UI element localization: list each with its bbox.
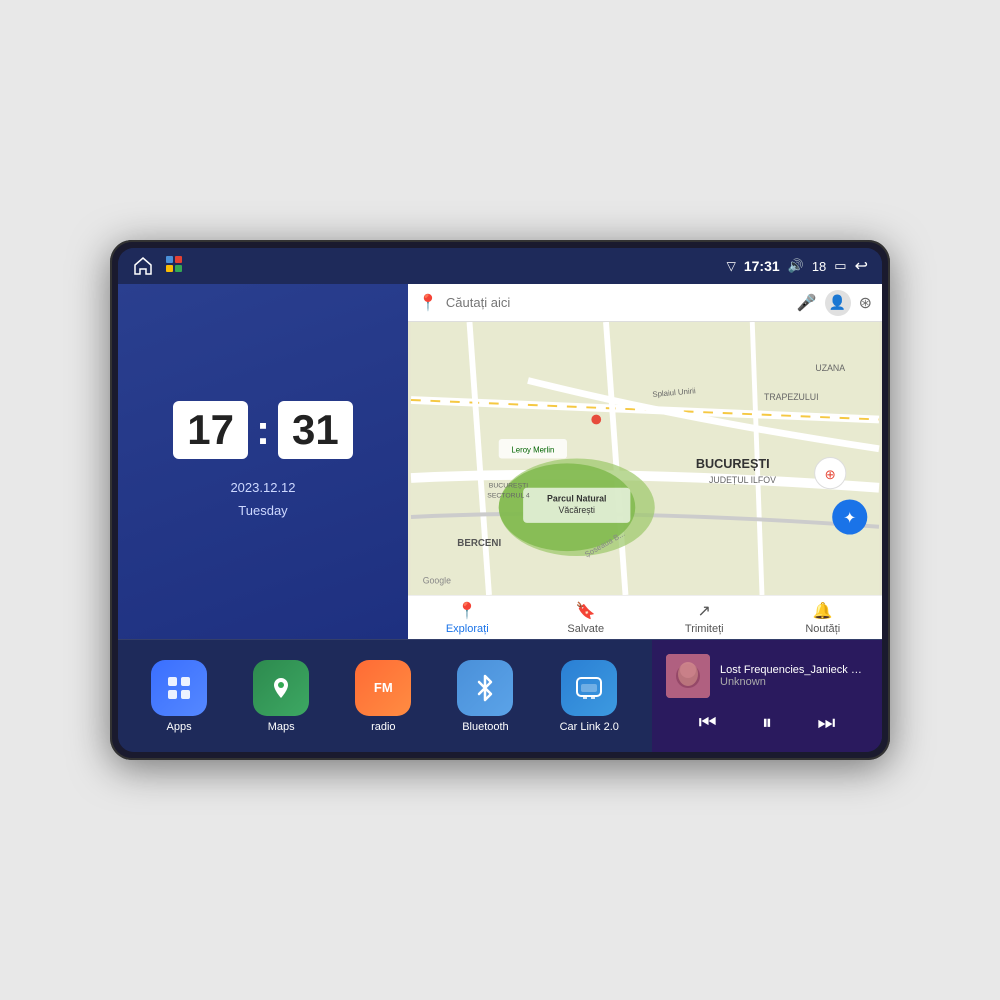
- bluetooth-icon: [457, 660, 513, 716]
- app-item-bluetooth[interactable]: Bluetooth: [457, 660, 513, 733]
- clock-display: 17 : 31: [173, 401, 352, 459]
- status-right: ▽ 17:31 🔊 18 ▭ ↩: [727, 256, 868, 276]
- music-title: Lost Frequencies_Janieck Devy-...: [720, 664, 868, 676]
- home-button[interactable]: [132, 255, 154, 277]
- app-item-apps[interactable]: Apps: [151, 660, 207, 733]
- map-search-bar: 📍 🎤 👤 ⊛: [408, 284, 882, 322]
- map-area[interactable]: Parcul Natural Văcărești Leroy Merlin BU…: [408, 322, 882, 595]
- svg-text:UZANA: UZANA: [815, 363, 845, 373]
- signal-icon: ▽: [727, 259, 736, 273]
- clock-panel: 17 : 31 2023.12.12 Tuesday: [118, 284, 408, 639]
- salvate-label: Salvate: [567, 623, 604, 635]
- date-display: 2023.12.12: [230, 477, 295, 499]
- battery-icon: ▭: [834, 258, 846, 274]
- noutati-label: Noutăți: [805, 623, 840, 635]
- svg-text:Parcul Natural: Parcul Natural: [547, 493, 606, 503]
- svg-text:✦: ✦: [843, 510, 856, 527]
- music-controls: ⏮ ⏸ ⏭: [666, 708, 868, 739]
- salvate-icon: 🔖: [576, 601, 596, 621]
- svg-text:BERCENI: BERCENI: [457, 538, 501, 549]
- music-thumbnail: [666, 654, 710, 698]
- status-bar: ▽ 17:31 🔊 18 ▭ ↩: [118, 248, 882, 284]
- clock-minute: 31: [278, 401, 353, 459]
- clock-hour: 17: [173, 401, 248, 459]
- maps-icon: [253, 660, 309, 716]
- bottom-row: Apps Maps: [118, 640, 882, 752]
- svg-text:BUCUREȘTI: BUCUREȘTI: [489, 483, 528, 490]
- svg-text:Google: Google: [423, 575, 451, 585]
- map-tab-explorati[interactable]: 📍 Explorați: [408, 601, 527, 635]
- car-head-unit: ▽ 17:31 🔊 18 ▭ ↩ 17 : 31: [110, 240, 890, 760]
- apps-label: Apps: [167, 721, 192, 733]
- radio-label: radio: [371, 721, 395, 733]
- battery-level: 18: [812, 259, 826, 274]
- maps-label: Maps: [268, 721, 295, 733]
- top-panels: 17 : 31 2023.12.12 Tuesday 📍 🎤: [118, 284, 882, 639]
- music-text: Lost Frequencies_Janieck Devy-... Unknow…: [720, 664, 868, 688]
- map-bottom-bar: 📍 Explorați 🔖 Salvate ↗ Trimiteți 🔔: [408, 595, 882, 639]
- music-info-row: Lost Frequencies_Janieck Devy-... Unknow…: [666, 654, 868, 698]
- svg-text:TRAPEZULUI: TRAPEZULUI: [764, 392, 819, 402]
- next-button[interactable]: ⏭: [809, 708, 843, 739]
- layers-icon[interactable]: ⊛: [859, 293, 872, 313]
- account-icon[interactable]: 👤: [825, 290, 851, 316]
- svg-text:⊕: ⊕: [825, 467, 836, 482]
- explorati-icon: 📍: [457, 601, 477, 621]
- radio-icon: FM: [355, 660, 411, 716]
- explorati-label: Explorați: [446, 623, 489, 635]
- carlink-label: Car Link 2.0: [560, 721, 619, 733]
- day-display: Tuesday: [230, 500, 295, 522]
- noutati-icon: 🔔: [813, 601, 833, 621]
- app-item-radio[interactable]: FM radio: [355, 660, 411, 733]
- map-tab-salvate[interactable]: 🔖 Salvate: [527, 601, 646, 635]
- mic-icon[interactable]: 🎤: [797, 293, 817, 313]
- time-display: 17:31: [744, 258, 780, 274]
- clock-date: 2023.12.12 Tuesday: [230, 477, 295, 521]
- back-button[interactable]: ↩: [855, 256, 868, 276]
- svg-text:SECTORUL 4: SECTORUL 4: [487, 493, 530, 500]
- music-panel: Lost Frequencies_Janieck Devy-... Unknow…: [652, 640, 882, 752]
- svg-text:BUCUREȘTI: BUCUREȘTI: [696, 457, 770, 471]
- apps-icon: [151, 660, 207, 716]
- map-tab-trimiteti[interactable]: ↗ Trimiteți: [645, 601, 764, 635]
- music-artist: Unknown: [720, 676, 868, 688]
- trimiteti-icon: ↗: [698, 601, 711, 621]
- map-tab-noutati[interactable]: 🔔 Noutăți: [764, 601, 883, 635]
- svg-text:Leroy Merlin: Leroy Merlin: [511, 446, 554, 455]
- svg-text:JUDEȚUL ILFOV: JUDEȚUL ILFOV: [709, 475, 776, 485]
- bluetooth-label: Bluetooth: [462, 721, 508, 733]
- prev-button[interactable]: ⏮: [691, 708, 725, 739]
- play-pause-button[interactable]: ⏸: [754, 708, 780, 739]
- device-screen: ▽ 17:31 🔊 18 ▭ ↩ 17 : 31: [118, 248, 882, 752]
- clock-colon: :: [256, 409, 270, 451]
- map-search-input[interactable]: [446, 295, 789, 310]
- trimiteti-label: Trimiteți: [685, 623, 724, 635]
- svg-text:Văcărești: Văcărești: [558, 505, 595, 515]
- app-item-maps[interactable]: Maps: [253, 660, 309, 733]
- app-item-carlink[interactable]: Car Link 2.0: [560, 660, 619, 733]
- volume-icon: 🔊: [788, 258, 804, 274]
- map-panel[interactable]: 📍 🎤 👤 ⊛: [408, 284, 882, 639]
- maps-logo-icon: 📍: [418, 293, 438, 313]
- carlink-icon: [561, 660, 617, 716]
- apps-row: Apps Maps: [118, 640, 652, 752]
- status-left: [132, 254, 184, 279]
- maps-shortcut-icon[interactable]: [164, 254, 184, 279]
- main-content: 17 : 31 2023.12.12 Tuesday 📍 🎤: [118, 284, 882, 752]
